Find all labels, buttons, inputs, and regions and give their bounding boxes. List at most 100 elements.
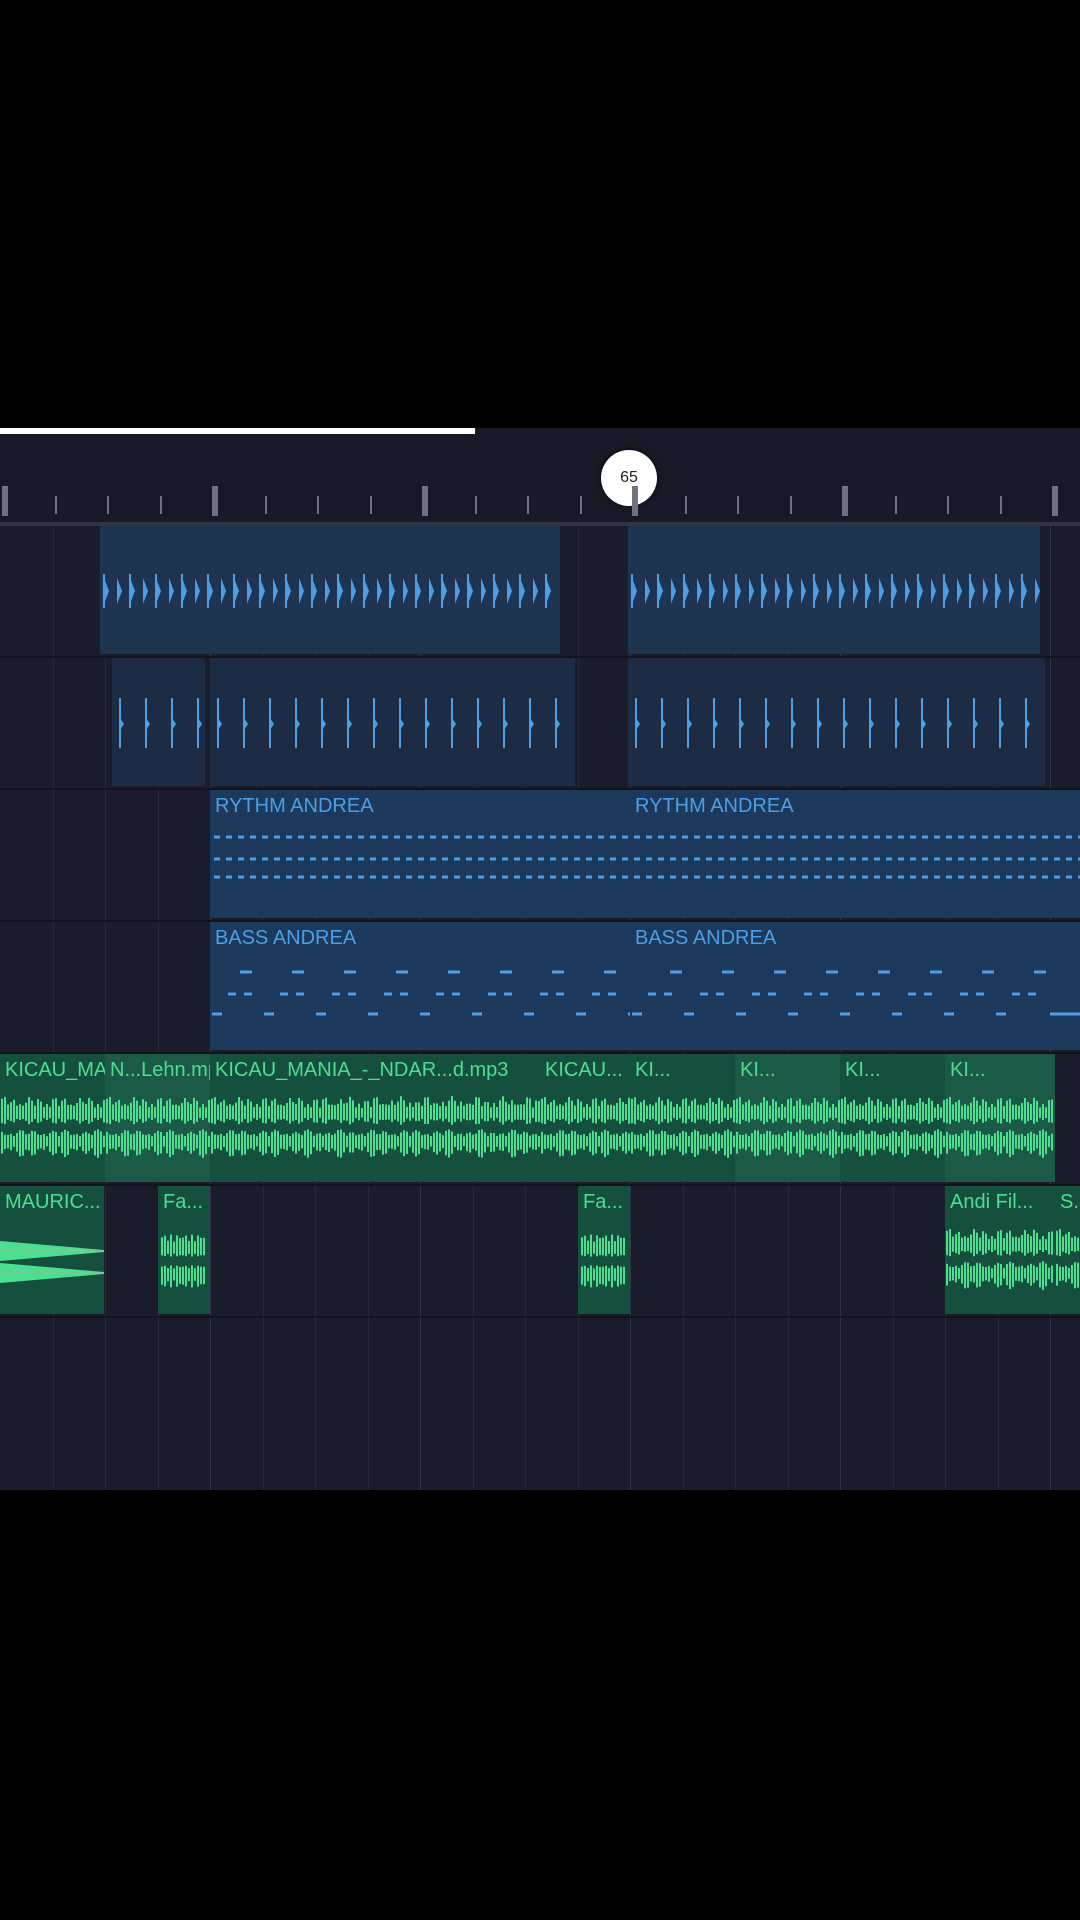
ruler-tick — [632, 486, 638, 516]
ruler-tick — [789, 496, 792, 514]
grid-line — [892, 1318, 894, 1490]
audio-clip[interactable]: KI... — [840, 1054, 945, 1182]
audio-track-2[interactable]: MAURIC... Fa... Fa... Andi Fil... S... — [0, 1186, 1080, 1318]
ruler-tick — [422, 486, 428, 516]
grid-line — [472, 1318, 474, 1490]
audio-clip[interactable]: KICAU_MANIA_-_NDAR...d.mp3 — [210, 1054, 540, 1182]
grid-line — [787, 1186, 789, 1316]
ruler-tick — [999, 496, 1002, 514]
ruler-tick — [1052, 486, 1058, 516]
grid-line — [892, 1186, 894, 1316]
bass-track[interactable]: BASS ANDREA BASS ANDREA — [0, 922, 1080, 1054]
ruler-tick — [212, 486, 218, 516]
rhythm-notes — [214, 835, 630, 879]
grid-line — [682, 1318, 684, 1490]
grid-line — [262, 1318, 264, 1490]
grid-line — [420, 1186, 421, 1316]
audio-clip[interactable]: S... — [1055, 1186, 1080, 1314]
grid-line — [472, 1186, 474, 1316]
rhythm-clip[interactable]: RYTHM ANDREA — [630, 790, 1080, 918]
video-progress-bar[interactable] — [0, 428, 475, 434]
ruler-tick — [264, 496, 267, 514]
grid-line — [367, 1186, 369, 1316]
ruler-tick — [474, 496, 477, 514]
drum-pattern-clip[interactable] — [0, 526, 1080, 656]
grid-line — [525, 1318, 526, 1490]
grid-line — [682, 1186, 684, 1316]
grid-line — [735, 1186, 736, 1316]
grid-line — [105, 1318, 106, 1490]
waveform — [211, 1096, 540, 1158]
drum-pattern-clip[interactable] — [0, 658, 1080, 788]
bass-notes — [212, 970, 630, 1016]
audio-clip[interactable]: Andi Fil... — [945, 1186, 1055, 1314]
timeline-ruler[interactable]: 65 — [0, 428, 1080, 526]
ruler-tick — [737, 496, 739, 514]
grid-line — [840, 1186, 841, 1316]
waveform — [161, 1234, 205, 1288]
waveform — [841, 1097, 945, 1158]
grid-line — [945, 1318, 946, 1490]
audio-clip[interactable]: KI... — [735, 1054, 840, 1182]
waveform — [946, 1097, 1053, 1158]
ruler-tick — [107, 496, 109, 514]
rhythm-notes — [634, 835, 1080, 879]
grid-line — [315, 1318, 316, 1490]
waveform — [946, 1229, 1053, 1290]
waveform — [1, 1097, 105, 1158]
playhead-marker[interactable]: 65 — [601, 450, 657, 506]
waveform — [106, 1097, 210, 1158]
grid-line — [105, 790, 106, 920]
playlist-window: 65 RYTHM ANDREA RYTHM ANDREA BASS ANDREA… — [0, 428, 1080, 1490]
ruler-tick — [527, 496, 529, 514]
grid-line — [52, 922, 54, 1052]
track-lanes: RYTHM ANDREA RYTHM ANDREA BASS ANDREA BA… — [0, 526, 1080, 1490]
grid-line — [997, 1318, 999, 1490]
waveform — [1056, 1229, 1079, 1289]
empty-track[interactable] — [0, 1318, 1080, 1490]
grid-line — [315, 1186, 316, 1316]
grid-line — [367, 1318, 369, 1490]
ruler-tick — [369, 496, 372, 514]
bass-notes — [632, 970, 1080, 1016]
audio-clip[interactable]: KICAU... — [540, 1054, 630, 1182]
ruler-tick — [947, 496, 949, 514]
grid-line — [52, 790, 54, 920]
rhythm-clip[interactable]: RYTHM ANDREA — [210, 790, 630, 918]
grid-line — [157, 1318, 159, 1490]
ruler-tick — [54, 496, 57, 514]
waveform — [0, 1241, 104, 1283]
grid-line — [157, 790, 159, 920]
grid-line — [840, 1318, 841, 1490]
grid-line — [735, 1318, 736, 1490]
audio-clip[interactable]: N...Lehn.mp3 — [105, 1054, 210, 1182]
audio-clip[interactable]: Fa... — [578, 1186, 630, 1314]
drum-track-1[interactable] — [0, 526, 1080, 658]
audio-clip[interactable]: MAURIC... — [0, 1186, 104, 1314]
waveform — [736, 1097, 840, 1158]
grid-line — [630, 1186, 631, 1316]
audio-clip[interactable]: KI... — [945, 1054, 1055, 1182]
grid-line — [105, 922, 106, 1052]
ruler-tick — [159, 496, 162, 514]
ruler-tick — [842, 486, 848, 516]
rhythm-track[interactable]: RYTHM ANDREA RYTHM ANDREA — [0, 790, 1080, 922]
grid-line — [630, 1318, 631, 1490]
grid-line — [577, 1318, 579, 1490]
grid-line — [1050, 1318, 1051, 1490]
grid-line — [787, 1318, 789, 1490]
bass-clip[interactable]: BASS ANDREA — [630, 922, 1080, 1050]
audio-track-1[interactable]: KICAU_MA... N...Lehn.mp3 KICAU_MANIA_-_N… — [0, 1054, 1080, 1186]
audio-clip[interactable]: KICAU_MA... — [0, 1054, 105, 1182]
ruler-tick — [2, 486, 8, 516]
grid-line — [105, 1186, 106, 1316]
grid-line — [210, 1186, 211, 1316]
grid-line — [210, 1318, 211, 1490]
audio-clip[interactable]: KI... — [630, 1054, 735, 1182]
grid-line — [525, 1186, 526, 1316]
grid-line — [262, 1186, 264, 1316]
ruler-tick — [894, 496, 897, 514]
audio-clip[interactable]: Fa... — [158, 1186, 210, 1314]
bass-clip[interactable]: BASS ANDREA — [210, 922, 630, 1050]
drum-track-2[interactable] — [0, 658, 1080, 790]
